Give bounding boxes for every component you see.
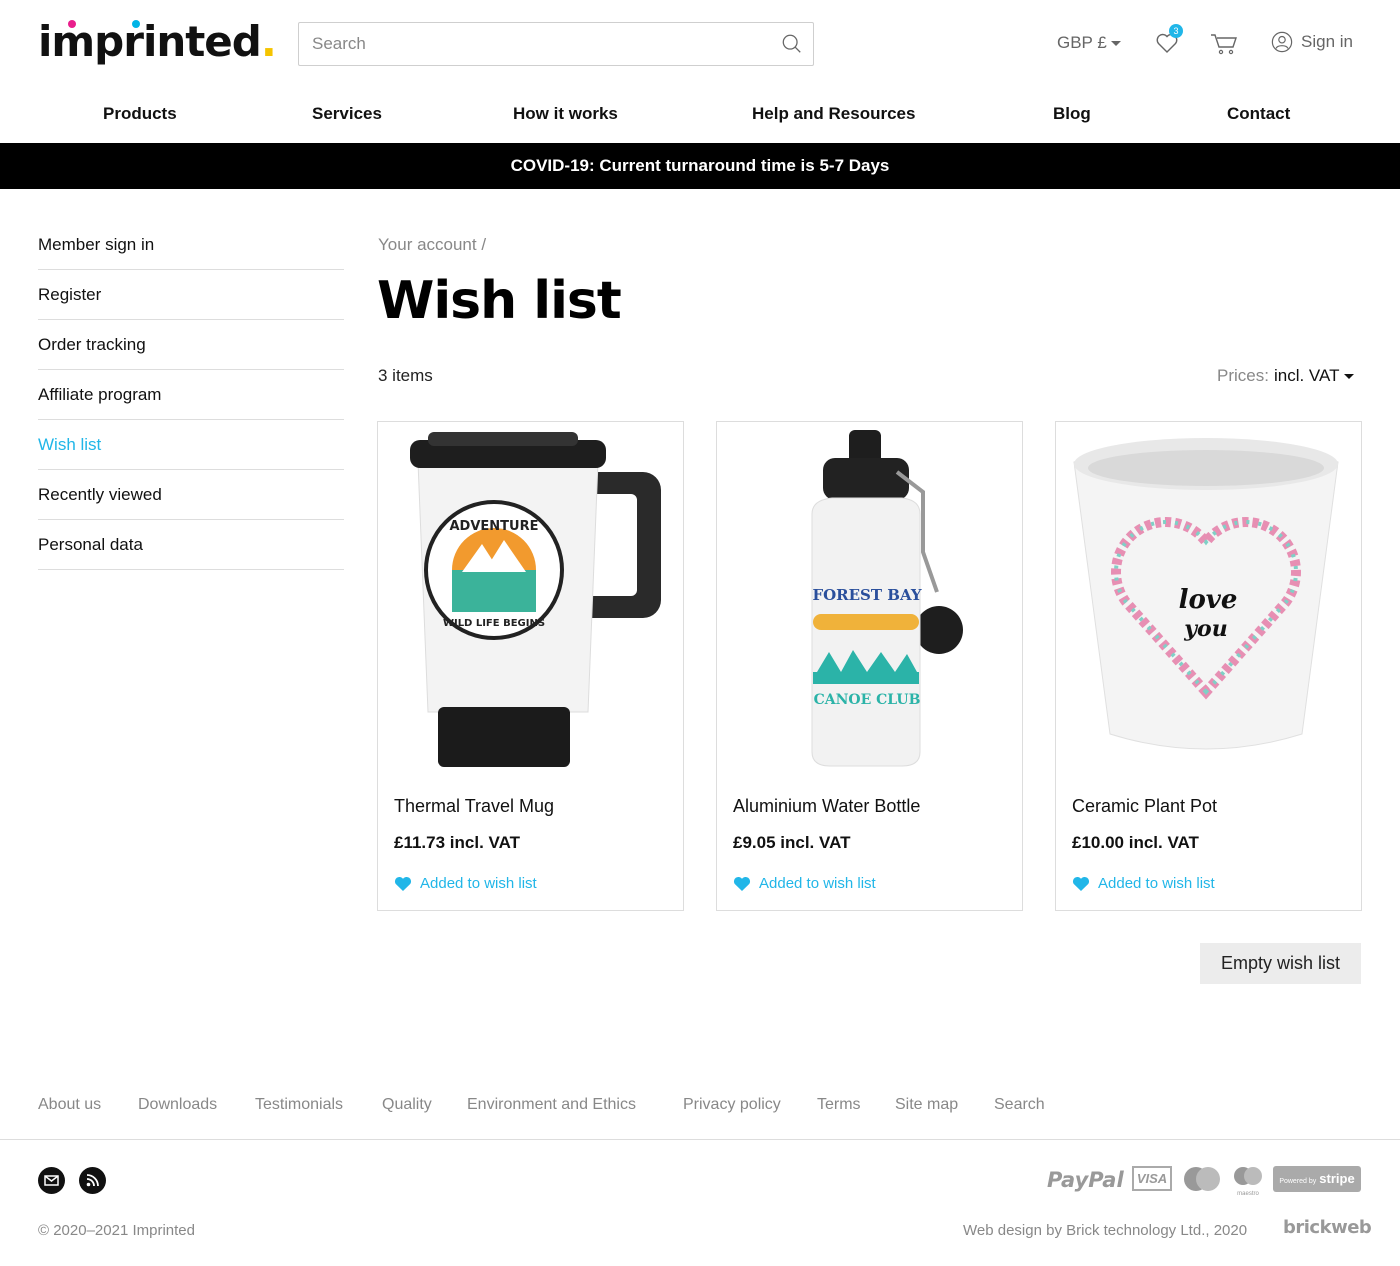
sidebar-item-wish-list[interactable]: Wish list — [38, 420, 344, 470]
user-icon — [1271, 31, 1293, 53]
account-sidebar: Member sign in Register Order tracking A… — [38, 220, 344, 570]
wishlist-toggle[interactable]: Added to wish list — [733, 875, 876, 892]
footer-link-quality[interactable]: Quality — [382, 1096, 432, 1114]
nav-services[interactable]: Services — [312, 104, 382, 124]
nav-contact[interactable]: Contact — [1227, 104, 1290, 124]
product-price: £9.05 incl. VAT — [733, 833, 851, 852]
sidebar-item-recently-viewed[interactable]: Recently viewed — [38, 470, 344, 520]
cart-icon[interactable] — [1210, 32, 1238, 56]
copyright: © 2020–2021 Imprinted — [38, 1222, 195, 1239]
nav-blog[interactable]: Blog — [1053, 104, 1091, 124]
mug-art-top: ADVENTURE — [450, 519, 539, 534]
footer-link-environment-and-ethics[interactable]: Environment and Ethics — [467, 1096, 636, 1114]
breadcrumb[interactable]: Your account / — [378, 235, 486, 255]
sidebar-item-register[interactable]: Register — [38, 270, 344, 320]
wishlist-status: Added to wish list — [759, 875, 876, 892]
paypal-logo: PayPal — [1047, 1168, 1124, 1192]
product-image-mug[interactable]: ADVENTURE WILD LIFE BEGINS — [378, 422, 683, 778]
product-price: £11.73 incl. VAT — [394, 833, 520, 852]
site-header: imprinted. GBP £ 3 Sign in — [0, 0, 1400, 90]
stripe-label: stripe — [1319, 1171, 1355, 1186]
email-icon[interactable] — [38, 1167, 65, 1194]
prices-value: incl. VAT — [1273, 366, 1340, 385]
footer-link-downloads[interactable]: Downloads — [138, 1096, 217, 1114]
nav-how-it-works[interactable]: How it works — [513, 104, 618, 124]
mastercard-logo — [1184, 1167, 1220, 1191]
product-image-pot[interactable]: love you — [1056, 422, 1361, 778]
sidebar-item-affiliate-program[interactable]: Affiliate program — [38, 370, 344, 420]
rss-icon[interactable] — [79, 1167, 106, 1194]
footer-link-terms[interactable]: Terms — [817, 1096, 861, 1114]
chevron-down-icon — [1110, 41, 1121, 47]
product-name[interactable]: Ceramic Plant Pot — [1072, 796, 1217, 817]
logo-dot: . — [260, 17, 277, 66]
logo-magenta-dot — [68, 20, 76, 28]
heart-filled-icon — [394, 876, 412, 891]
wishlist-toggle[interactable]: Added to wish list — [394, 875, 537, 892]
currency-select[interactable]: GBP £ — [1057, 33, 1121, 53]
wishlist-status: Added to wish list — [1098, 875, 1215, 892]
wishlist-status: Added to wish list — [420, 875, 537, 892]
footer-link-search[interactable]: Search — [994, 1096, 1045, 1114]
logo-cyan-dot — [132, 20, 140, 28]
sign-in-label: Sign in — [1301, 32, 1353, 51]
stripe-badge: Powered by stripe — [1273, 1166, 1361, 1192]
product-price: £10.00 incl. VAT — [1072, 833, 1199, 852]
heart-filled-icon — [733, 876, 751, 891]
product-card[interactable]: love you Ceramic Plant Pot £10.00 incl. … — [1055, 421, 1362, 911]
nav-help-and-resources[interactable]: Help and Resources — [752, 104, 915, 124]
chevron-down-icon — [1344, 374, 1355, 380]
product-card[interactable]: ADVENTURE WILD LIFE BEGINS Thermal Trave… — [377, 421, 684, 911]
bottle-art-top: FOREST BAY — [812, 586, 921, 604]
pot-illustration: love you — [1073, 438, 1339, 750]
stripe-powered-by: Powered by — [1279, 1178, 1317, 1185]
footer-divider — [0, 1139, 1400, 1140]
empty-wish-list-button[interactable]: Empty wish list — [1200, 943, 1361, 984]
sidebar-item-member-sign-in[interactable]: Member sign in — [38, 220, 344, 270]
visa-logo: VISA — [1132, 1166, 1172, 1191]
mug-illustration: ADVENTURE WILD LIFE BEGINS — [410, 432, 661, 767]
search-icon[interactable] — [781, 33, 803, 55]
sign-in-link[interactable]: Sign in — [1271, 31, 1353, 53]
maestro-logo: maestro — [1231, 1166, 1265, 1197]
brickweb-logo[interactable]: brickweb — [1283, 1217, 1372, 1238]
items-count: 3 items — [378, 366, 433, 385]
main-nav: Products Services How it works Help and … — [0, 94, 1400, 138]
mug-art-bottom: WILD LIFE BEGINS — [443, 618, 545, 629]
pot-art-top: love — [1179, 585, 1238, 615]
product-card[interactable]: FOREST BAY CANOE CLUB Aluminium Water Bo… — [716, 421, 1023, 911]
sidebar-item-personal-data[interactable]: Personal data — [38, 520, 344, 570]
currency-label: GBP £ — [1057, 33, 1107, 52]
pot-art-bottom: you — [1183, 616, 1227, 642]
product-name[interactable]: Aluminium Water Bottle — [733, 796, 920, 817]
search-input[interactable] — [299, 23, 759, 65]
product-name[interactable]: Thermal Travel Mug — [394, 796, 554, 817]
search-box — [298, 22, 814, 66]
prices-label: Prices: — [1217, 366, 1269, 385]
wishlist-toggle[interactable]: Added to wish list — [1072, 875, 1215, 892]
heart-filled-icon — [1072, 876, 1090, 891]
footer-link-privacy-policy[interactable]: Privacy policy — [683, 1096, 781, 1114]
nav-products[interactable]: Products — [103, 104, 177, 124]
footer-link-site-map[interactable]: Site map — [895, 1096, 958, 1114]
page-title: Wish list — [377, 271, 622, 331]
maestro-label: maestro — [1237, 1191, 1259, 1197]
design-credit[interactable]: Web design by Brick technology Ltd., 202… — [963, 1222, 1247, 1239]
prices-vat-select[interactable]: Prices: incl. VAT — [1217, 366, 1355, 386]
sidebar-item-order-tracking[interactable]: Order tracking — [38, 320, 344, 370]
bottle-art-bottom: CANOE CLUB — [814, 692, 921, 708]
product-image-bottle[interactable]: FOREST BAY CANOE CLUB — [717, 422, 1022, 778]
bottle-illustration: FOREST BAY CANOE CLUB — [811, 430, 963, 767]
covid-banner: COVID-19: Current turnaround time is 5-7… — [0, 143, 1400, 189]
footer-link-about-us[interactable]: About us — [38, 1096, 101, 1114]
footer-link-testimonials[interactable]: Testimonials — [255, 1096, 343, 1114]
wishlist-count-badge: 3 — [1169, 24, 1183, 38]
